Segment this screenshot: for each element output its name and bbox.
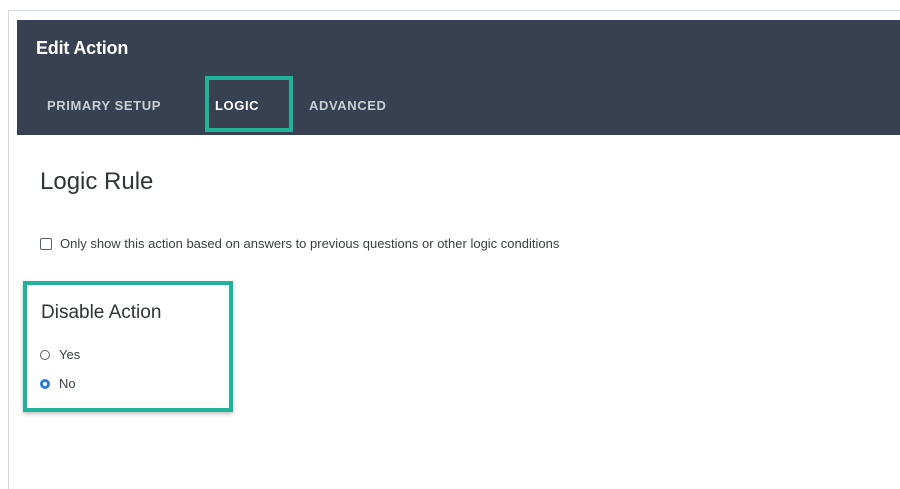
tab-logic[interactable]: LOGIC (215, 98, 259, 113)
logic-conditions-checkbox[interactable] (40, 237, 52, 250)
logic-rule-title: Logic Rule (40, 168, 154, 195)
yes-radio[interactable] (40, 349, 50, 360)
disable-action-option-no[interactable]: No (40, 376, 76, 391)
logic-conditions-option[interactable]: Only show this action based on answers t… (40, 236, 559, 251)
dialog-header: Edit Action PRIMARY SETUP LOGIC ADVANCED (17, 20, 900, 135)
disable-action-option-yes[interactable]: Yes (40, 347, 80, 362)
no-label: No (59, 376, 76, 391)
logic-conditions-label: Only show this action based on answers t… (60, 236, 560, 251)
tab-advanced[interactable]: ADVANCED (309, 98, 387, 113)
yes-label: Yes (59, 347, 81, 362)
no-radio[interactable] (40, 378, 50, 389)
tab-primary-setup[interactable]: PRIMARY SETUP (47, 98, 161, 113)
disable-action-title: Disable Action (41, 302, 162, 323)
dialog-title: Edit Action (36, 38, 129, 58)
disable-action-panel: Disable Action Yes No (23, 281, 233, 412)
